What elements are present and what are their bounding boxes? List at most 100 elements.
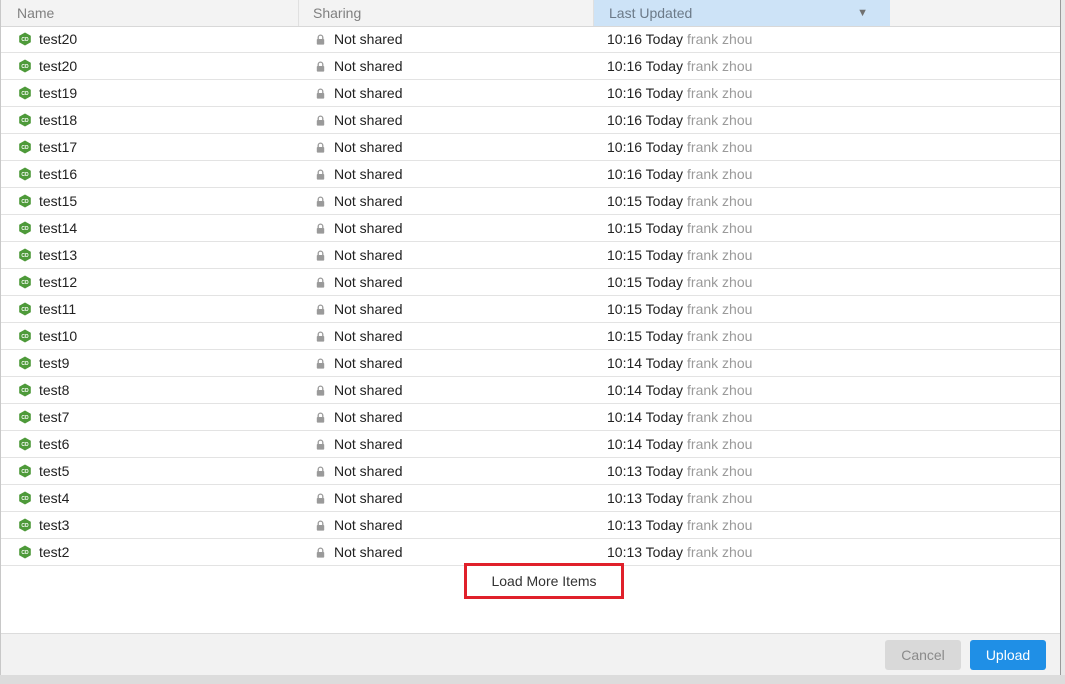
file-type-icon: CD (19, 383, 31, 397)
last-updated: 10:14 Today frank zhou (607, 404, 752, 430)
background-strip (0, 675, 1065, 684)
last-updated: 10:14 Today frank zhou (607, 377, 752, 403)
sharing-status: Not shared (334, 58, 403, 74)
table-row[interactable]: CD test17 Not shared 10:16 Today frank zh… (1, 134, 1060, 161)
last-updated: 10:16 Today frank zhou (607, 134, 752, 160)
lock-icon (316, 169, 325, 180)
file-type-icon: CD (19, 248, 31, 262)
svg-text:CD: CD (21, 280, 29, 286)
upload-button[interactable]: Upload (970, 640, 1046, 670)
column-header-sharing[interactable]: Sharing (299, 0, 594, 26)
svg-text:CD: CD (21, 91, 29, 97)
file-name[interactable]: test20 (39, 26, 77, 52)
file-name[interactable]: test9 (39, 350, 69, 376)
file-type-icon: CD (19, 221, 31, 235)
sharing-status: Not shared (334, 355, 403, 371)
file-name[interactable]: test13 (39, 242, 77, 268)
table-row[interactable]: CD test5 Not shared 10:13 Today frank zho… (1, 458, 1060, 485)
file-name[interactable]: test3 (39, 512, 69, 538)
table-row[interactable]: CD test6 Not shared 10:14 Today frank zho… (1, 431, 1060, 458)
load-more-button[interactable]: Load More Items (464, 563, 624, 599)
file-name[interactable]: test19 (39, 80, 77, 106)
updated-time: 10:15 Today (607, 193, 684, 209)
file-name[interactable]: test7 (39, 404, 69, 430)
last-updated: 10:13 Today frank zhou (607, 458, 752, 484)
file-type-icon: CD (19, 59, 31, 73)
table-row[interactable]: CD test14 Not shared 10:15 Today frank zh… (1, 215, 1060, 242)
svg-text:CD: CD (21, 145, 29, 151)
last-updated: 10:13 Today frank zhou (607, 512, 752, 538)
lock-icon (316, 142, 325, 153)
file-name[interactable]: test14 (39, 215, 77, 241)
svg-text:CD: CD (21, 118, 29, 124)
table-row[interactable]: CD test18 Not shared 10:16 Today frank zh… (1, 107, 1060, 134)
table-row[interactable]: CD test20 Not shared 10:16 Today frank zh… (1, 26, 1060, 53)
svg-text:CD: CD (21, 199, 29, 205)
file-type-icon: CD (19, 167, 31, 181)
file-name[interactable]: test18 (39, 107, 77, 133)
last-updated: 10:15 Today frank zhou (607, 269, 752, 295)
sharing-status: Not shared (334, 220, 403, 236)
file-type-icon: CD (19, 113, 31, 127)
updated-by: frank zhou (687, 517, 753, 533)
file-name[interactable]: test20 (39, 53, 77, 79)
lock-icon (316, 358, 325, 369)
file-name[interactable]: test10 (39, 323, 77, 349)
table-row[interactable]: CD test19 Not shared 10:16 Today frank zh… (1, 80, 1060, 107)
table-row[interactable]: CD test16 Not shared 10:16 Today frank zh… (1, 161, 1060, 188)
file-name[interactable]: test15 (39, 188, 77, 214)
column-header-name[interactable]: Name (1, 0, 299, 26)
updated-by: frank zhou (687, 328, 753, 344)
file-type-icon: CD (19, 32, 31, 46)
updated-time: 10:16 Today (607, 112, 684, 128)
updated-by: frank zhou (687, 166, 753, 182)
column-header-last-updated[interactable]: Last Updated ▼ (594, 0, 890, 26)
table-row[interactable]: CD test4 Not shared 10:13 Today frank zho… (1, 485, 1060, 512)
sharing-status: Not shared (334, 436, 403, 452)
svg-text:CD: CD (21, 226, 29, 232)
svg-text:CD: CD (21, 415, 29, 421)
file-name[interactable]: test8 (39, 377, 69, 403)
table-row[interactable]: CD test13 Not shared 10:15 Today frank zh… (1, 242, 1060, 269)
sharing-status: Not shared (334, 517, 403, 533)
sort-descending-icon[interactable]: ▼ (857, 0, 868, 26)
table-row[interactable]: CD test12 Not shared 10:15 Today frank zh… (1, 269, 1060, 296)
file-name[interactable]: test16 (39, 161, 77, 187)
file-name[interactable]: test11 (39, 296, 76, 322)
table-header: Name Sharing Last Updated ▼ (1, 0, 1060, 27)
file-type-icon: CD (19, 194, 31, 208)
svg-text:CD: CD (21, 253, 29, 259)
table-row[interactable]: CD test15 Not shared 10:15 Today frank zh… (1, 188, 1060, 215)
svg-text:CD: CD (21, 523, 29, 529)
last-updated: 10:15 Today frank zhou (607, 323, 752, 349)
file-name[interactable]: test4 (39, 485, 69, 511)
file-name[interactable]: test17 (39, 134, 77, 160)
sharing-status: Not shared (334, 382, 403, 398)
last-updated: 10:15 Today frank zhou (607, 188, 752, 214)
lock-icon (316, 115, 325, 126)
file-name[interactable]: test6 (39, 431, 69, 457)
cancel-button[interactable]: Cancel (885, 640, 961, 670)
table-row[interactable]: CD test3 Not shared 10:13 Today frank zho… (1, 512, 1060, 539)
lock-icon (316, 412, 325, 423)
svg-text:CD: CD (21, 361, 29, 367)
last-updated: 10:16 Today frank zhou (607, 107, 752, 133)
table-row[interactable]: CD test7 Not shared 10:14 Today frank zho… (1, 404, 1060, 431)
table-row[interactable]: CD test10 Not shared 10:15 Today frank zh… (1, 323, 1060, 350)
table-row[interactable]: CD test9 Not shared 10:14 Today frank zho… (1, 350, 1060, 377)
svg-text:CD: CD (21, 334, 29, 340)
table-row[interactable]: CD test2 Not shared 10:13 Today frank zho… (1, 539, 1060, 566)
table-row[interactable]: CD test11 Not shared 10:15 Today frank zh… (1, 296, 1060, 323)
updated-by: frank zhou (687, 409, 753, 425)
table-row[interactable]: CD test20 Not shared 10:16 Today frank zh… (1, 53, 1060, 80)
file-name[interactable]: test2 (39, 539, 69, 565)
file-type-icon: CD (19, 410, 31, 424)
svg-text:CD: CD (21, 388, 29, 394)
updated-time: 10:16 Today (607, 85, 684, 101)
svg-text:CD: CD (21, 172, 29, 178)
file-name[interactable]: test5 (39, 458, 69, 484)
table-row[interactable]: CD test8 Not shared 10:14 Today frank zho… (1, 377, 1060, 404)
column-header-name-label: Name (17, 5, 55, 21)
file-name[interactable]: test12 (39, 269, 77, 295)
sharing-status: Not shared (334, 328, 403, 344)
